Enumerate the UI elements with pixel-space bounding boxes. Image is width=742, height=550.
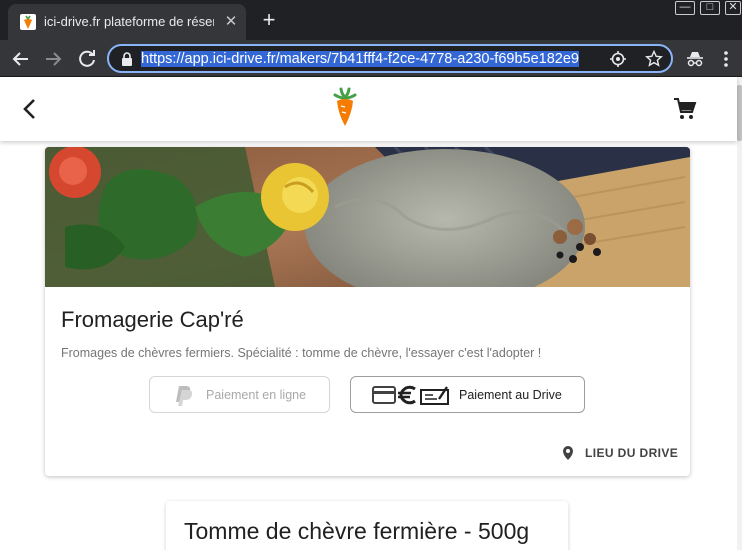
- maker-name: Fromagerie Cap'ré: [61, 307, 244, 332]
- browser-forward-icon[interactable]: [42, 48, 64, 70]
- url-text[interactable]: https://app.ici-drive.fr/makers/7b41fff4…: [141, 50, 599, 67]
- maker-description: Fromages de chèvres fermiers. Spécialité…: [61, 346, 542, 360]
- new-tab-button[interactable]: +: [258, 9, 280, 32]
- cheque-icon: [420, 386, 449, 405]
- product-title: Tomme de chèvre fermière - 500g: [184, 518, 530, 544]
- product-card[interactable]: Tomme de chèvre fermière - 500g: [166, 501, 568, 550]
- bookmark-star-icon[interactable]: [645, 49, 663, 68]
- window-minimize-button[interactable]: —: [675, 1, 695, 15]
- favicon-icon: [20, 14, 36, 30]
- pay-online-button[interactable]: Paiement en ligne: [149, 376, 330, 413]
- drive-location-label: LIEU DU DRIVE: [585, 446, 679, 460]
- incognito-icon[interactable]: [685, 49, 705, 69]
- lock-icon: [121, 52, 133, 66]
- payment-methods-icons: [371, 384, 453, 406]
- paypal-icon: [174, 385, 194, 407]
- maker-hero-image: [45, 147, 690, 305]
- card-icon: [372, 386, 396, 404]
- browser-toolbar: https://app.ici-drive.fr/makers/7b41fff4…: [0, 40, 742, 77]
- cart-icon[interactable]: [673, 97, 697, 121]
- window-close-button[interactable]: ✕: [725, 1, 741, 15]
- maker-card: Fromagerie Cap'ré Fromages de chèvres fe…: [45, 147, 690, 476]
- browser-menu-icon[interactable]: [716, 49, 736, 69]
- page-scrollbar[interactable]: [737, 77, 742, 550]
- address-bar[interactable]: https://app.ici-drive.fr/makers/7b41fff4…: [107, 44, 673, 73]
- tab-close-icon[interactable]: ✕: [222, 13, 240, 31]
- location-target-icon[interactable]: [609, 50, 627, 68]
- browser-tab[interactable]: ici-drive.fr plateforme de réservation ✕: [8, 4, 246, 40]
- window-maximize-button[interactable]: □: [700, 1, 720, 15]
- back-arrow-icon[interactable]: [18, 95, 44, 123]
- tab-title: ici-drive.fr plateforme de réservation: [44, 14, 214, 29]
- carrot-logo[interactable]: [333, 87, 357, 129]
- browser-back-icon[interactable]: [10, 48, 32, 70]
- pay-drive-label: Paiement au Drive: [459, 388, 562, 402]
- pay-drive-button[interactable]: Paiement au Drive: [350, 376, 585, 413]
- app-header: [0, 77, 737, 141]
- location-pin-icon: [563, 446, 573, 460]
- browser-tabstrip: ici-drive.fr plateforme de réservation ✕…: [0, 0, 742, 40]
- drive-location-link[interactable]: LIEU DU DRIVE: [561, 443, 681, 463]
- pay-online-label: Paiement en ligne: [206, 388, 307, 402]
- scrollbar-thumb[interactable]: [737, 85, 742, 141]
- browser-reload-icon[interactable]: [76, 48, 98, 70]
- euro-icon: [398, 385, 416, 405]
